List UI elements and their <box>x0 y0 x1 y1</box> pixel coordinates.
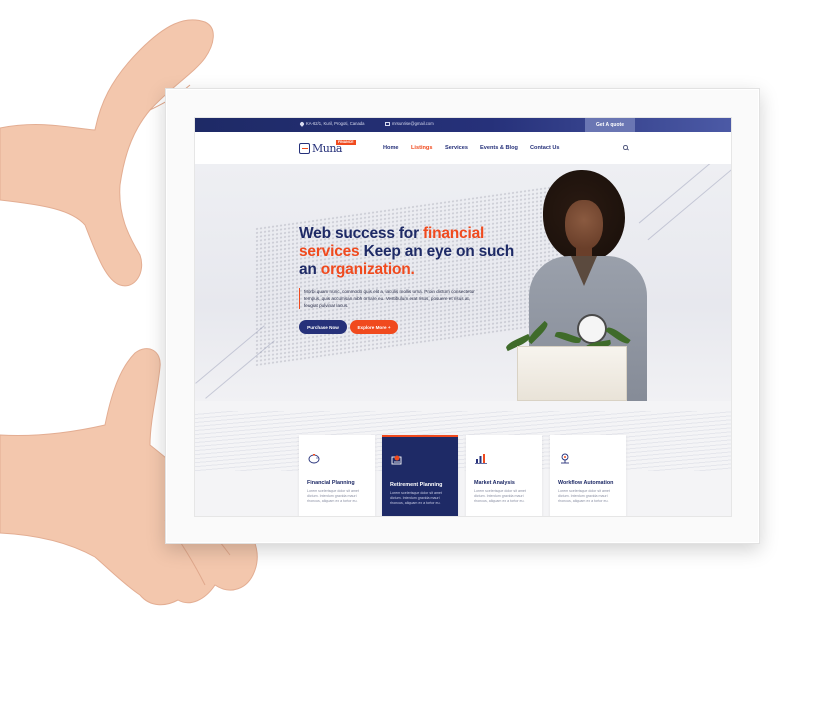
nav-listings[interactable]: Listings <box>411 145 432 151</box>
card-text: Lorem scelerisque dolor sit amet dictum.… <box>474 489 526 504</box>
workflow-icon <box>561 453 569 464</box>
decor-line <box>205 340 275 399</box>
mockup-stage: KA-62/1, Kuril, Progoti, Canada mrsunris… <box>0 0 840 713</box>
nav-events-blog[interactable]: Events & Blog <box>480 145 518 151</box>
card-title: Retirement Planning <box>390 482 443 488</box>
site-logo[interactable]: Muna FINANCE <box>299 140 356 156</box>
card-title: Workflow Automation <box>558 480 614 486</box>
card-text: Lorem scelerisque dolor sit amet dictum.… <box>307 489 359 504</box>
address-text: KA-62/1, Kuril, Progoti, Canada <box>306 121 365 126</box>
nav-services[interactable]: Services <box>445 145 468 151</box>
hero-title: Web success for financial services Keep … <box>299 225 514 278</box>
card-text: Lorem scelerisque dolor sit amet dictum.… <box>558 489 610 504</box>
card-text: Lorem scelerisque dolor sit amet dictum.… <box>390 491 442 506</box>
clock-icon <box>577 314 607 344</box>
email-info[interactable]: mrsunrise@gmail.com <box>385 121 434 126</box>
decor-wave-lines <box>195 411 731 471</box>
service-card-market-analysis[interactable]: Market Analysis Lorem scelerisque dolor … <box>466 435 542 516</box>
nav-home[interactable]: Home <box>383 145 399 151</box>
location-pin-icon <box>299 121 305 127</box>
office-box <box>517 346 627 401</box>
service-card-financial-planning[interactable]: Financial Planning Lorem scelerisque dol… <box>299 435 375 516</box>
purchase-now-button[interactable]: Purchase Now <box>299 320 347 334</box>
market-analysis-icon <box>475 454 487 464</box>
service-card-workflow-automation[interactable]: Workflow Automation Lorem scelerisque do… <box>550 435 626 516</box>
hero-woman-image <box>504 164 665 401</box>
top-info-bar: KA-62/1, Kuril, Progoti, Canada mrsunris… <box>195 118 731 132</box>
email-text: mrsunrise@gmail.com <box>392 121 434 126</box>
service-card-retirement-planning[interactable]: Retirement Planning Lorem scelerisque do… <box>382 435 458 516</box>
address-info: KA-62/1, Kuril, Progoti, Canada <box>299 121 365 127</box>
retirement-icon <box>391 455 402 465</box>
search-icon[interactable] <box>623 145 629 151</box>
get-quote-button[interactable]: Get A quote <box>585 118 635 132</box>
services-section: Financial Planning Lorem scelerisque dol… <box>195 401 731 516</box>
piggy-bank-icon <box>308 454 320 464</box>
logo-mark-icon <box>299 143 310 154</box>
card-title: Market Analysis <box>474 480 515 486</box>
hero-description: Morbi quam nunc, commodo quis elit a, ia… <box>299 288 475 309</box>
mail-icon <box>385 122 390 126</box>
hero-section: Web success for financial services Keep … <box>195 164 731 401</box>
site-header: Muna FINANCE Home Listings Services Even… <box>195 132 731 164</box>
website-screen: KA-62/1, Kuril, Progoti, Canada mrsunris… <box>194 117 732 517</box>
nav-contact-us[interactable]: Contact Us <box>530 145 560 151</box>
card-title: Financial Planning <box>307 480 355 486</box>
logo-badge: FINANCE <box>336 140 356 145</box>
explore-more-button[interactable]: Explore More + <box>350 320 398 334</box>
